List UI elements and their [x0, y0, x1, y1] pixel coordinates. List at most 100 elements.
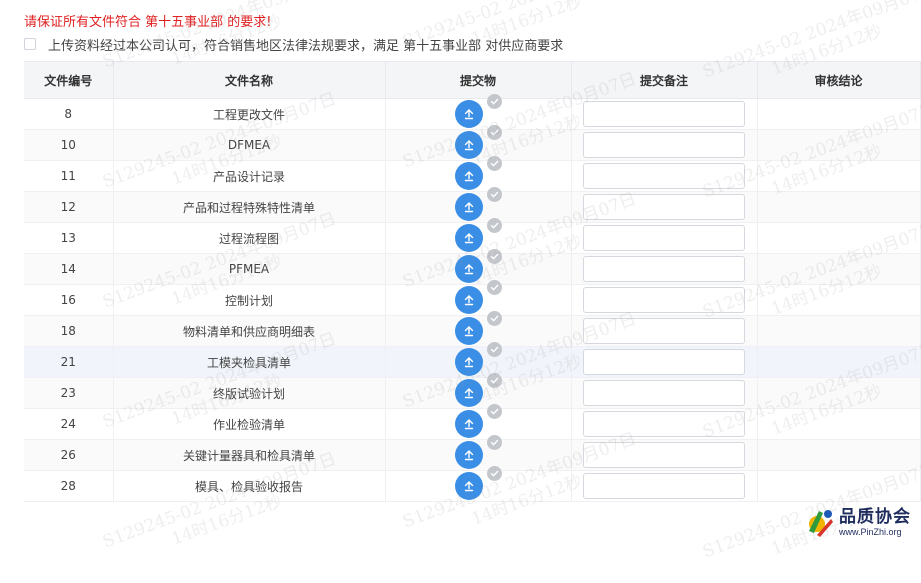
logo-title: 品质协会: [839, 507, 911, 527]
submission-cell: [385, 404, 572, 440]
file-no-cell: 28: [24, 470, 114, 502]
review-cell: [757, 284, 921, 316]
agreement-row[interactable]: 上传资料经过本公司认可，符合销售地区法律法规要求，满足 第十五事业部 对供应商要…: [24, 35, 564, 54]
remark-input[interactable]: [583, 225, 745, 251]
upload-arrow-icon[interactable]: [454, 131, 483, 159]
check-circle-icon: [486, 94, 502, 109]
upload-arrow-icon[interactable]: [454, 162, 483, 190]
remark-cell: [571, 284, 758, 316]
header-file-no: 文件编号: [24, 61, 114, 99]
upload-arrow-icon[interactable]: [454, 379, 483, 407]
review-cell: [757, 253, 921, 285]
table-row: 28 模具、检具验收报告: [24, 466, 921, 502]
table-row: 16 控制计划: [24, 280, 921, 316]
file-no-cell: 8: [24, 98, 114, 130]
remark-cell: [571, 346, 758, 378]
submission-cell: [385, 187, 572, 223]
file-no-cell: 21: [24, 346, 114, 378]
table-row: 21 工模夹检具清单: [24, 342, 921, 378]
remark-cell: [571, 408, 758, 440]
upload-arrow-icon[interactable]: [454, 348, 483, 376]
submission-cell: [385, 342, 572, 378]
upload-arrow-icon[interactable]: [454, 410, 483, 438]
table-row: 12 产品和过程特殊特性清单: [24, 187, 921, 223]
header-review: 审核结论: [757, 61, 921, 99]
upload-arrow-icon[interactable]: [454, 100, 483, 128]
file-name-cell: 控制计划: [113, 284, 386, 316]
upload-arrow-icon[interactable]: [454, 441, 483, 469]
file-no-cell: 23: [24, 377, 114, 409]
file-name-cell: 产品设计记录: [113, 160, 386, 192]
file-name-cell: DFMEA: [113, 129, 386, 161]
upload-arrow-icon[interactable]: [454, 255, 483, 283]
upload-arrow-icon[interactable]: [454, 286, 483, 314]
header-file-name: 文件名称: [113, 61, 386, 99]
check-circle-icon: [486, 435, 502, 450]
file-name-cell: 物料清单和供应商明细表: [113, 315, 386, 347]
file-no-cell: 12: [24, 191, 114, 223]
agreement-text: 上传资料经过本公司认可，符合销售地区法律法规要求，满足 第十五事业部 对供应商要…: [48, 38, 564, 54]
document-table-wrapper: 文件编号 文件名称 提交物 提交备注 审核结论 8 工程更改文件 10 DFMEA 11…: [24, 61, 921, 502]
remark-input[interactable]: [583, 473, 745, 499]
file-name-cell: 过程流程图: [113, 222, 386, 254]
submission-cell: [385, 311, 572, 347]
agreement-checkbox[interactable]: [24, 38, 36, 50]
remark-input[interactable]: [583, 256, 745, 282]
header-submission: 提交物: [385, 61, 572, 99]
remark-cell: [571, 191, 758, 223]
remark-input[interactable]: [583, 318, 745, 344]
remark-cell: [571, 439, 758, 471]
check-circle-icon: [486, 218, 502, 233]
table-header-row: 文件编号 文件名称 提交物 提交备注 审核结论: [24, 61, 921, 99]
check-circle-icon: [486, 187, 502, 202]
file-name-cell: 作业检验清单: [113, 408, 386, 440]
logo-mark-icon: [805, 505, 835, 539]
table-row: 26 关键计量器具和检具清单: [24, 435, 921, 471]
submission-cell: [385, 249, 572, 285]
upload-arrow-icon[interactable]: [454, 193, 483, 221]
header-remark: 提交备注: [571, 61, 758, 99]
remark-input[interactable]: [583, 163, 745, 189]
remark-input[interactable]: [583, 442, 745, 468]
review-cell: [757, 408, 921, 440]
remark-input[interactable]: [583, 132, 745, 158]
table-row: 10 DFMEA: [24, 125, 921, 161]
review-cell: [757, 439, 921, 471]
review-cell: [757, 222, 921, 254]
file-no-cell: 10: [24, 129, 114, 161]
remark-cell: [571, 470, 758, 502]
remark-input[interactable]: [583, 380, 745, 406]
document-table: 文件编号 文件名称 提交物 提交备注 审核结论 8 工程更改文件 10 DFMEA 11…: [24, 61, 921, 502]
review-cell: [757, 160, 921, 192]
upload-arrow-icon[interactable]: [454, 472, 483, 500]
file-name-cell: 关键计量器具和检具清单: [113, 439, 386, 471]
remark-input[interactable]: [583, 101, 745, 127]
upload-arrow-icon[interactable]: [454, 224, 483, 252]
remark-cell: [571, 98, 758, 130]
review-cell: [757, 315, 921, 347]
remark-input[interactable]: [583, 349, 745, 375]
remark-cell: [571, 160, 758, 192]
check-circle-icon: [486, 280, 502, 295]
remark-cell: [571, 377, 758, 409]
table-row: 24 作业检验清单: [24, 404, 921, 440]
review-cell: [757, 470, 921, 502]
remark-input[interactable]: [583, 411, 745, 437]
remark-input[interactable]: [583, 194, 745, 220]
remark-input[interactable]: [583, 287, 745, 313]
check-circle-icon: [486, 156, 502, 171]
upload-arrow-icon[interactable]: [454, 317, 483, 345]
file-name-cell: 工程更改文件: [113, 98, 386, 130]
remark-cell: [571, 315, 758, 347]
submission-cell: [385, 280, 572, 316]
check-circle-icon: [486, 404, 502, 419]
check-circle-icon: [486, 125, 502, 140]
pinzhi-logo: 品质协会 www.PinZhi.org: [805, 502, 915, 542]
submission-cell: [385, 125, 572, 161]
file-name-cell: 产品和过程特殊特性清单: [113, 191, 386, 223]
table-row: 18 物料清单和供应商明细表: [24, 311, 921, 347]
check-circle-icon: [486, 373, 502, 388]
submission-cell: [385, 156, 572, 192]
review-cell: [757, 129, 921, 161]
check-circle-icon: [486, 466, 502, 481]
